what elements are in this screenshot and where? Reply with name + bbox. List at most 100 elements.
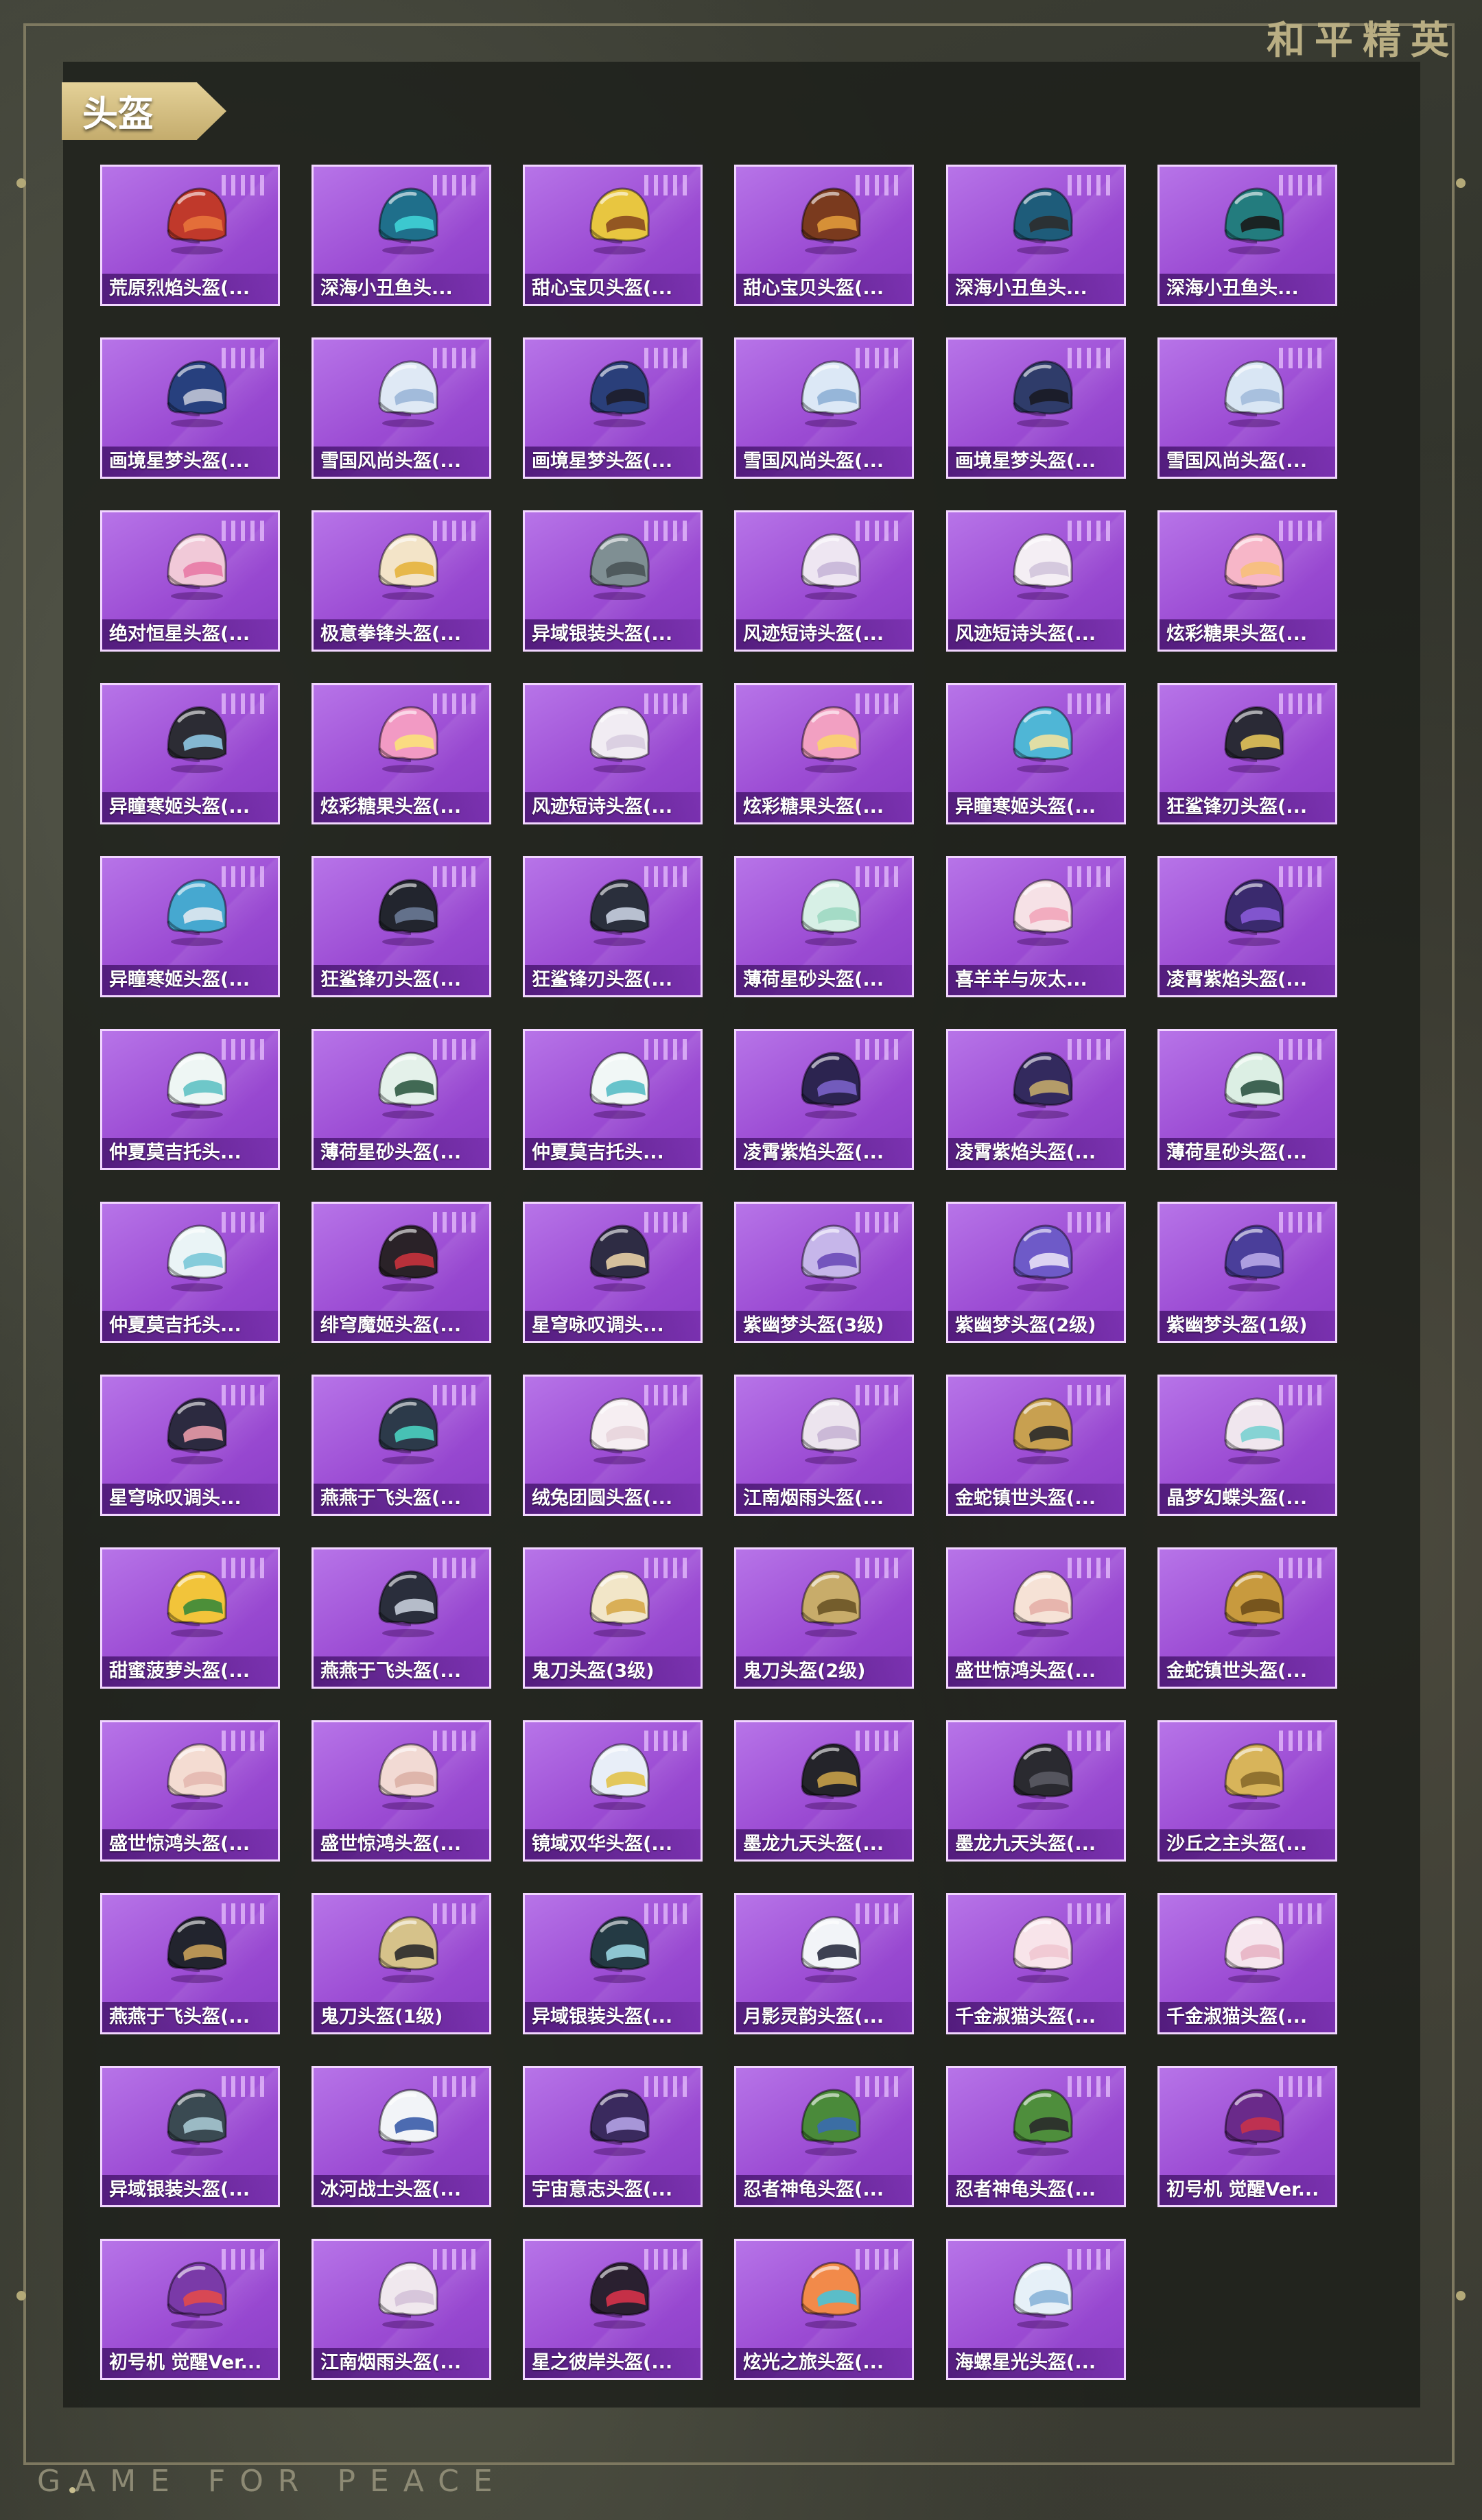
helmet-card[interactable]: 墨龙九天头盔(...: [734, 1720, 914, 1862]
helmet-card[interactable]: 仲夏莫吉托头...: [523, 1029, 703, 1170]
helmet-card[interactable]: 喜羊羊与灰太...: [946, 856, 1126, 997]
helmet-card[interactable]: 忍者神龟头盔(...: [946, 2066, 1126, 2207]
helmet-card[interactable]: 异域银装头盔(...: [523, 1893, 703, 2034]
helmet-card[interactable]: 炫彩糖果头盔(...: [1157, 510, 1337, 652]
helmet-card[interactable]: 异域银装头盔(...: [100, 2066, 280, 2207]
helmet-card[interactable]: 雪国风尚头盔(...: [1157, 337, 1337, 479]
helmet-card-label: 仲夏莫吉托头...: [525, 1138, 701, 1168]
helmet-card[interactable]: 盛世惊鸿头盔(...: [311, 1720, 491, 1862]
helmet-card[interactable]: 初号机 觉醒Ver...: [1157, 2066, 1337, 2207]
helmet-card[interactable]: 月影灵韵头盔(...: [734, 1893, 914, 2034]
helmet-card-label: 薄荷星砂头盔(...: [314, 1138, 489, 1168]
helmet-card[interactable]: 紫幽梦头盔(3级): [734, 1202, 914, 1343]
helmet-card[interactable]: 千金淑猫头盔(...: [946, 1893, 1126, 2034]
helmet-card[interactable]: 初号机 觉醒Ver...: [100, 2239, 280, 2380]
helmet-card[interactable]: 深海小丑鱼头...: [311, 165, 491, 306]
helmet-card[interactable]: 甜心宝贝头盔(...: [523, 165, 703, 306]
helmet-card[interactable]: 凌霄紫焰头盔(...: [946, 1029, 1126, 1170]
helmet-card[interactable]: 风迹短诗头盔(...: [946, 510, 1126, 652]
helmet-card[interactable]: 镜域双华头盔(...: [523, 1720, 703, 1862]
helmet-card[interactable]: 狂鲨锋刃头盔(...: [523, 856, 703, 997]
helmet-card[interactable]: 雪国风尚头盔(...: [311, 337, 491, 479]
helmet-card[interactable]: 忍者神龟头盔(...: [734, 2066, 914, 2207]
helmet-card-label: 盛世惊鸿头盔(...: [948, 1656, 1124, 1687]
helmet-card-label: 月影灵韵头盔(...: [736, 2002, 912, 2032]
helmet-card-label: 喜羊羊与灰太...: [948, 965, 1124, 995]
helmet-card[interactable]: 深海小丑鱼头...: [946, 165, 1126, 306]
helmet-card[interactable]: 画境星梦头盔(...: [100, 337, 280, 479]
helmet-card[interactable]: 墨龙九天头盔(...: [946, 1720, 1126, 1862]
helmet-icon: [370, 873, 445, 949]
helmet-card[interactable]: 炫彩糖果头盔(...: [734, 683, 914, 824]
helmet-card[interactable]: 薄荷星砂头盔(...: [311, 1029, 491, 1170]
helmet-card[interactable]: 甜蜜菠萝头盔(...: [100, 1547, 280, 1689]
helmet-card-label: 异瞳寒姬头盔(...: [102, 965, 278, 995]
helmet-card[interactable]: 燕燕于飞头盔(...: [311, 1547, 491, 1689]
helmet-card[interactable]: 盛世惊鸿头盔(...: [946, 1547, 1126, 1689]
helmet-card[interactable]: 狂鲨锋刃头盔(...: [311, 856, 491, 997]
helmet-card[interactable]: 宇宙意志头盔(...: [523, 2066, 703, 2207]
helmet-card[interactable]: 冰河战士头盔(...: [311, 2066, 491, 2207]
helmet-card[interactable]: 盛世惊鸿头盔(...: [100, 1720, 280, 1862]
helmet-icon: [1004, 1219, 1080, 1294]
helmet-card[interactable]: 异瞳寒姬头盔(...: [946, 683, 1126, 824]
helmet-icon: [370, 1219, 445, 1294]
helmet-card[interactable]: 极意拳锋头盔(...: [311, 510, 491, 652]
helmet-icon: [1216, 182, 1291, 257]
helmet-card-label: 忍者神龟头盔(...: [736, 2175, 912, 2205]
helmet-card[interactable]: 燕燕于飞头盔(...: [311, 1375, 491, 1516]
helmet-card[interactable]: 炫彩糖果头盔(...: [311, 683, 491, 824]
helmet-card[interactable]: 画境星梦头盔(...: [946, 337, 1126, 479]
helmet-card[interactable]: 异瞳寒姬头盔(...: [100, 856, 280, 997]
helmet-card[interactable]: 画境星梦头盔(...: [523, 337, 703, 479]
brand-logo-text: 和平精英: [1267, 19, 1459, 63]
helmet-card[interactable]: 深海小丑鱼头...: [1157, 165, 1337, 306]
helmet-card[interactable]: 绝对恒星头盔(...: [100, 510, 280, 652]
helmet-icon: [1004, 873, 1080, 949]
helmet-card[interactable]: 炫光之旅头盔(...: [734, 2239, 914, 2380]
helmet-card[interactable]: 鬼刀头盔(2级): [734, 1547, 914, 1689]
helmet-card[interactable]: 凌霄紫焰头盔(...: [1157, 856, 1337, 997]
helmet-icon: [370, 355, 445, 430]
helmet-card[interactable]: 沙丘之主头盔(...: [1157, 1720, 1337, 1862]
helmet-card[interactable]: 星穹咏叹调头...: [100, 1375, 280, 1516]
helmet-card[interactable]: 鬼刀头盔(1级): [311, 1893, 491, 2034]
helmet-card[interactable]: 星之彼岸头盔(...: [523, 2239, 703, 2380]
frame-dot-right-bottom: [1456, 2291, 1466, 2301]
helmet-card[interactable]: 仲夏莫吉托头...: [100, 1029, 280, 1170]
helmet-card-label: 极意拳锋头盔(...: [314, 619, 489, 650]
helmet-card[interactable]: 荒原烈焰头盔(...: [100, 165, 280, 306]
helmet-card[interactable]: 江南烟雨头盔(...: [311, 2239, 491, 2380]
helmet-card[interactable]: 风迹短诗头盔(...: [523, 683, 703, 824]
helmet-card[interactable]: 鬼刀头盔(3级): [523, 1547, 703, 1689]
helmet-card-label: 星之彼岸头盔(...: [525, 2348, 701, 2378]
helmet-icon: [581, 1565, 657, 1640]
helmet-card[interactable]: 甜心宝贝头盔(...: [734, 165, 914, 306]
helmet-icon: [581, 527, 657, 603]
helmet-card[interactable]: 绯穹魔姬头盔(...: [311, 1202, 491, 1343]
helmet-card[interactable]: 紫幽梦头盔(1级): [1157, 1202, 1337, 1343]
helmet-card[interactable]: 绒兔团圆头盔(...: [523, 1375, 703, 1516]
helmet-card[interactable]: 海螺星光头盔(...: [946, 2239, 1126, 2380]
helmet-icon: [1004, 355, 1080, 430]
helmet-card[interactable]: 雪国风尚头盔(...: [734, 337, 914, 479]
helmet-card[interactable]: 狂鲨锋刃头盔(...: [1157, 683, 1337, 824]
helmet-card[interactable]: 金蛇镇世头盔(...: [1157, 1547, 1337, 1689]
helmet-card[interactable]: 薄荷星砂头盔(...: [734, 856, 914, 997]
helmet-card[interactable]: 金蛇镇世头盔(...: [946, 1375, 1126, 1516]
helmet-card-label: 墨龙九天头盔(...: [948, 1829, 1124, 1859]
helmet-card[interactable]: 仲夏莫吉托头...: [100, 1202, 280, 1343]
helmet-card[interactable]: 星穹咏叹调头...: [523, 1202, 703, 1343]
helmet-card[interactable]: 紫幽梦头盔(2级): [946, 1202, 1126, 1343]
helmet-card[interactable]: 薄荷星砂头盔(...: [1157, 1029, 1337, 1170]
helmet-card[interactable]: 风迹短诗头盔(...: [734, 510, 914, 652]
helmet-card[interactable]: 异瞳寒姬头盔(...: [100, 683, 280, 824]
helmet-icon: [1004, 182, 1080, 257]
helmet-card[interactable]: 江南烟雨头盔(...: [734, 1375, 914, 1516]
helmet-icon: [1004, 2083, 1080, 2159]
helmet-card[interactable]: 晶梦幻蝶头盔(...: [1157, 1375, 1337, 1516]
helmet-card[interactable]: 千金淑猫头盔(...: [1157, 1893, 1337, 2034]
helmet-card[interactable]: 异域银装头盔(...: [523, 510, 703, 652]
helmet-card[interactable]: 燕燕于飞头盔(...: [100, 1893, 280, 2034]
helmet-card[interactable]: 凌霄紫焰头盔(...: [734, 1029, 914, 1170]
